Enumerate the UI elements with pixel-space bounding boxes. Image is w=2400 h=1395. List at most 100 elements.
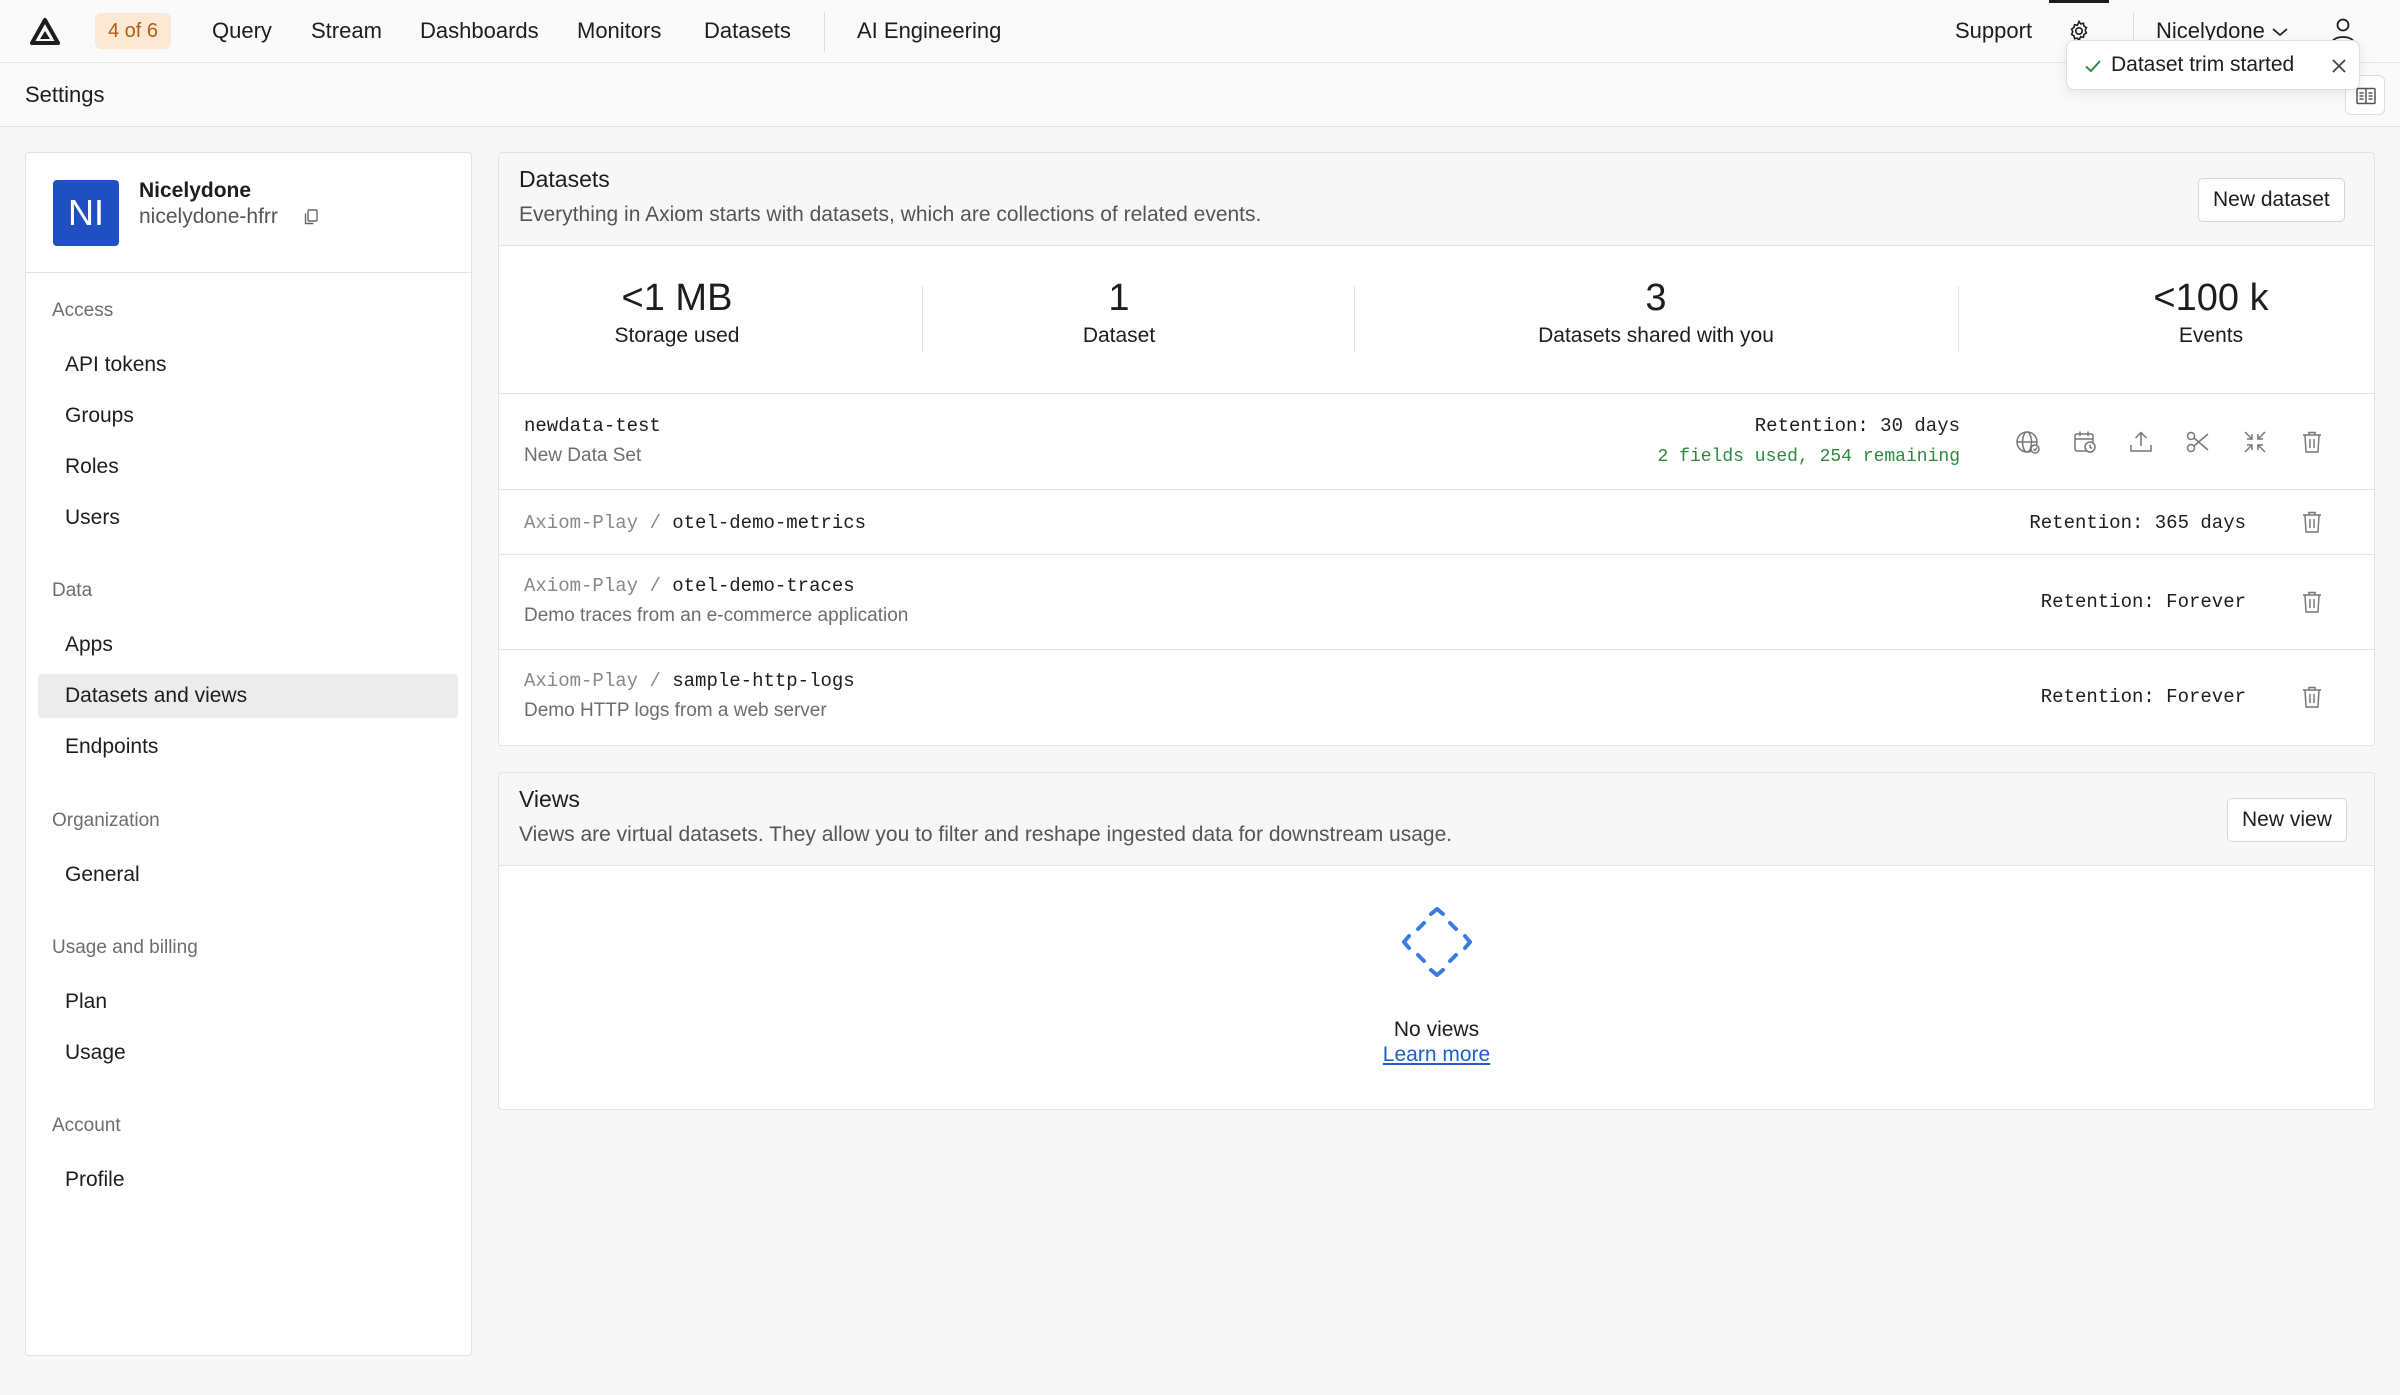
dataset-name[interactable]: Axiom-Play / otel-demo-traces	[524, 575, 855, 597]
stat-storage-value: <1 MB	[621, 277, 733, 319]
sidebar-item-datasets-and-views[interactable]: Datasets and views	[38, 674, 458, 718]
section-label-organization: Organization	[52, 810, 160, 831]
dataset-description: Demo traces from an e-commerce applicati…	[524, 605, 909, 626]
nav-stream[interactable]: Stream	[311, 0, 382, 62]
chevron-down-icon	[2272, 28, 2288, 37]
trash-icon	[2303, 431, 2321, 453]
dataset-row[interactable]: Axiom-Play / otel-demo-metrics Retention…	[499, 490, 2374, 555]
dataset-retention: Retention: Forever	[2040, 686, 2246, 708]
upload-icon	[2130, 431, 2152, 452]
nav-datasets[interactable]: Datasets	[704, 0, 791, 62]
path-separator: /	[649, 512, 661, 534]
trash-icon	[2303, 591, 2321, 613]
stat-shared: 3 Datasets shared with you	[1501, 276, 1811, 350]
new-dataset-button[interactable]: New dataset	[2198, 178, 2345, 222]
top-nav: 4 of 6 Query Stream Dashboards Monitors …	[0, 0, 2400, 63]
views-header: Views Views are virtual datasets. They a…	[499, 773, 2374, 866]
toast-message: Dataset trim started	[2111, 53, 2295, 76]
section-label-access: Access	[52, 300, 114, 321]
dataset-row[interactable]: Axiom-Play / otel-demo-traces Demo trace…	[499, 555, 2374, 650]
views-panel: Views Views are virtual datasets. They a…	[498, 772, 2375, 1110]
stat-storage: <1 MB Storage used	[559, 276, 795, 350]
toast-notification: Dataset trim started	[2066, 40, 2360, 90]
section-label-account: Account	[52, 1115, 121, 1136]
sidebar-item-api-tokens[interactable]: API tokens	[38, 343, 458, 387]
nav-ai-engineering[interactable]: AI Engineering	[857, 0, 1001, 62]
stat-divider	[1958, 286, 1959, 352]
views-title: Views	[519, 786, 580, 812]
dataset-namespace: Axiom-Play	[524, 512, 639, 534]
delete-dataset-button[interactable]	[2298, 683, 2326, 711]
path-separator: /	[649, 670, 661, 692]
learn-more-link-label[interactable]: Learn more	[1383, 1043, 1490, 1066]
share-button[interactable]	[2014, 428, 2042, 456]
dataset-row[interactable]: Axiom-Play / sample-http-logs Demo HTTP …	[499, 650, 2374, 745]
trash-icon	[2303, 686, 2321, 708]
stat-divider	[1354, 286, 1355, 352]
sidebar-item-roles[interactable]: Roles	[38, 445, 458, 489]
datasets-title: Datasets	[519, 166, 610, 192]
nav-support[interactable]: Support	[1955, 0, 2032, 62]
learn-more-link[interactable]: Learn more	[499, 1043, 2374, 1067]
close-icon[interactable]	[2329, 56, 2349, 76]
trim-button[interactable]	[2184, 428, 2212, 456]
stat-datasets-label: Dataset	[1082, 324, 1156, 347]
dataset-name[interactable]: Axiom-Play / sample-http-logs	[524, 670, 855, 692]
nav-query[interactable]: Query	[212, 0, 272, 62]
vacuum-button[interactable]	[2241, 428, 2269, 456]
dataset-retention: Retention: 365 days	[2029, 512, 2246, 534]
stat-shared-value: 3	[1645, 277, 1667, 319]
sidebar-item-endpoints[interactable]: Endpoints	[38, 725, 458, 769]
dataset-namespace: Axiom-Play	[524, 670, 639, 692]
dataset-name[interactable]: Axiom-Play / otel-demo-metrics	[524, 512, 866, 534]
sub-header: Settings	[0, 63, 2400, 127]
retention-button[interactable]	[2071, 428, 2099, 456]
copy-icon[interactable]	[302, 208, 320, 226]
section-label-data: Data	[52, 580, 93, 601]
stat-datasets: 1 Dataset	[1019, 276, 1219, 350]
stat-events-value: <100 k	[2153, 277, 2269, 319]
nav-monitors[interactable]: Monitors	[577, 0, 661, 62]
upload-button[interactable]	[2127, 428, 2155, 456]
book-icon	[2356, 87, 2376, 105]
datasets-header: Datasets Everything in Axiom starts with…	[499, 153, 2374, 246]
stat-divider	[922, 286, 923, 352]
dataset-fields-usage: 2 fields used, 254 remaining	[1657, 447, 1960, 467]
delete-dataset-button[interactable]	[2298, 588, 2326, 616]
onboarding-progress-badge[interactable]: 4 of 6	[95, 13, 172, 49]
scissors-icon	[2186, 431, 2209, 453]
sidebar-item-users[interactable]: Users	[38, 496, 458, 540]
dataset-name-text: otel-demo-metrics	[672, 512, 867, 534]
sidebar-item-apps[interactable]: Apps	[38, 623, 458, 667]
check-icon	[2085, 60, 2101, 73]
sidebar-item-groups[interactable]: Groups	[38, 394, 458, 438]
dataset-retention: Retention: Forever	[2040, 591, 2246, 613]
dataset-stats: <1 MB Storage used 1 Dataset 3 Datasets …	[499, 246, 2374, 394]
datasets-panel: Datasets Everything in Axiom starts with…	[498, 152, 2375, 746]
calendar-clock-icon	[2074, 431, 2096, 453]
new-view-button[interactable]: New view	[2227, 798, 2347, 842]
delete-dataset-button[interactable]	[2298, 508, 2326, 536]
dataset-namespace: Axiom-Play	[524, 575, 639, 597]
empty-views-icon	[1402, 907, 1472, 977]
dataset-name[interactable]: newdata-test	[524, 415, 661, 437]
org-slug: nicelydone-hfrr	[139, 205, 278, 228]
sidebar-item-profile[interactable]: Profile	[38, 1158, 458, 1202]
dataset-description: Demo HTTP logs from a web server	[524, 700, 827, 721]
dataset-retention: Retention: 30 days	[1754, 415, 1960, 437]
delete-dataset-button[interactable]	[2298, 428, 2326, 456]
nav-divider	[824, 12, 825, 52]
stat-storage-label: Storage used	[614, 324, 740, 347]
axiom-logo-icon[interactable]	[30, 17, 60, 47]
path-separator: /	[649, 575, 661, 597]
dataset-row[interactable]: newdata-test New Data Set Retention: 30 …	[499, 395, 2374, 490]
sidebar-item-plan[interactable]: Plan	[38, 980, 458, 1024]
sidebar-item-usage[interactable]: Usage	[38, 1031, 458, 1075]
page-title: Settings	[25, 82, 105, 107]
stat-events: <100 k Events	[2111, 276, 2311, 350]
org-avatar: NI	[53, 180, 119, 246]
nav-dashboards[interactable]: Dashboards	[420, 0, 539, 62]
sidebar-item-general[interactable]: General	[38, 853, 458, 897]
empty-views-title: No views	[1393, 1018, 1480, 1041]
collapse-icon	[2244, 431, 2266, 453]
